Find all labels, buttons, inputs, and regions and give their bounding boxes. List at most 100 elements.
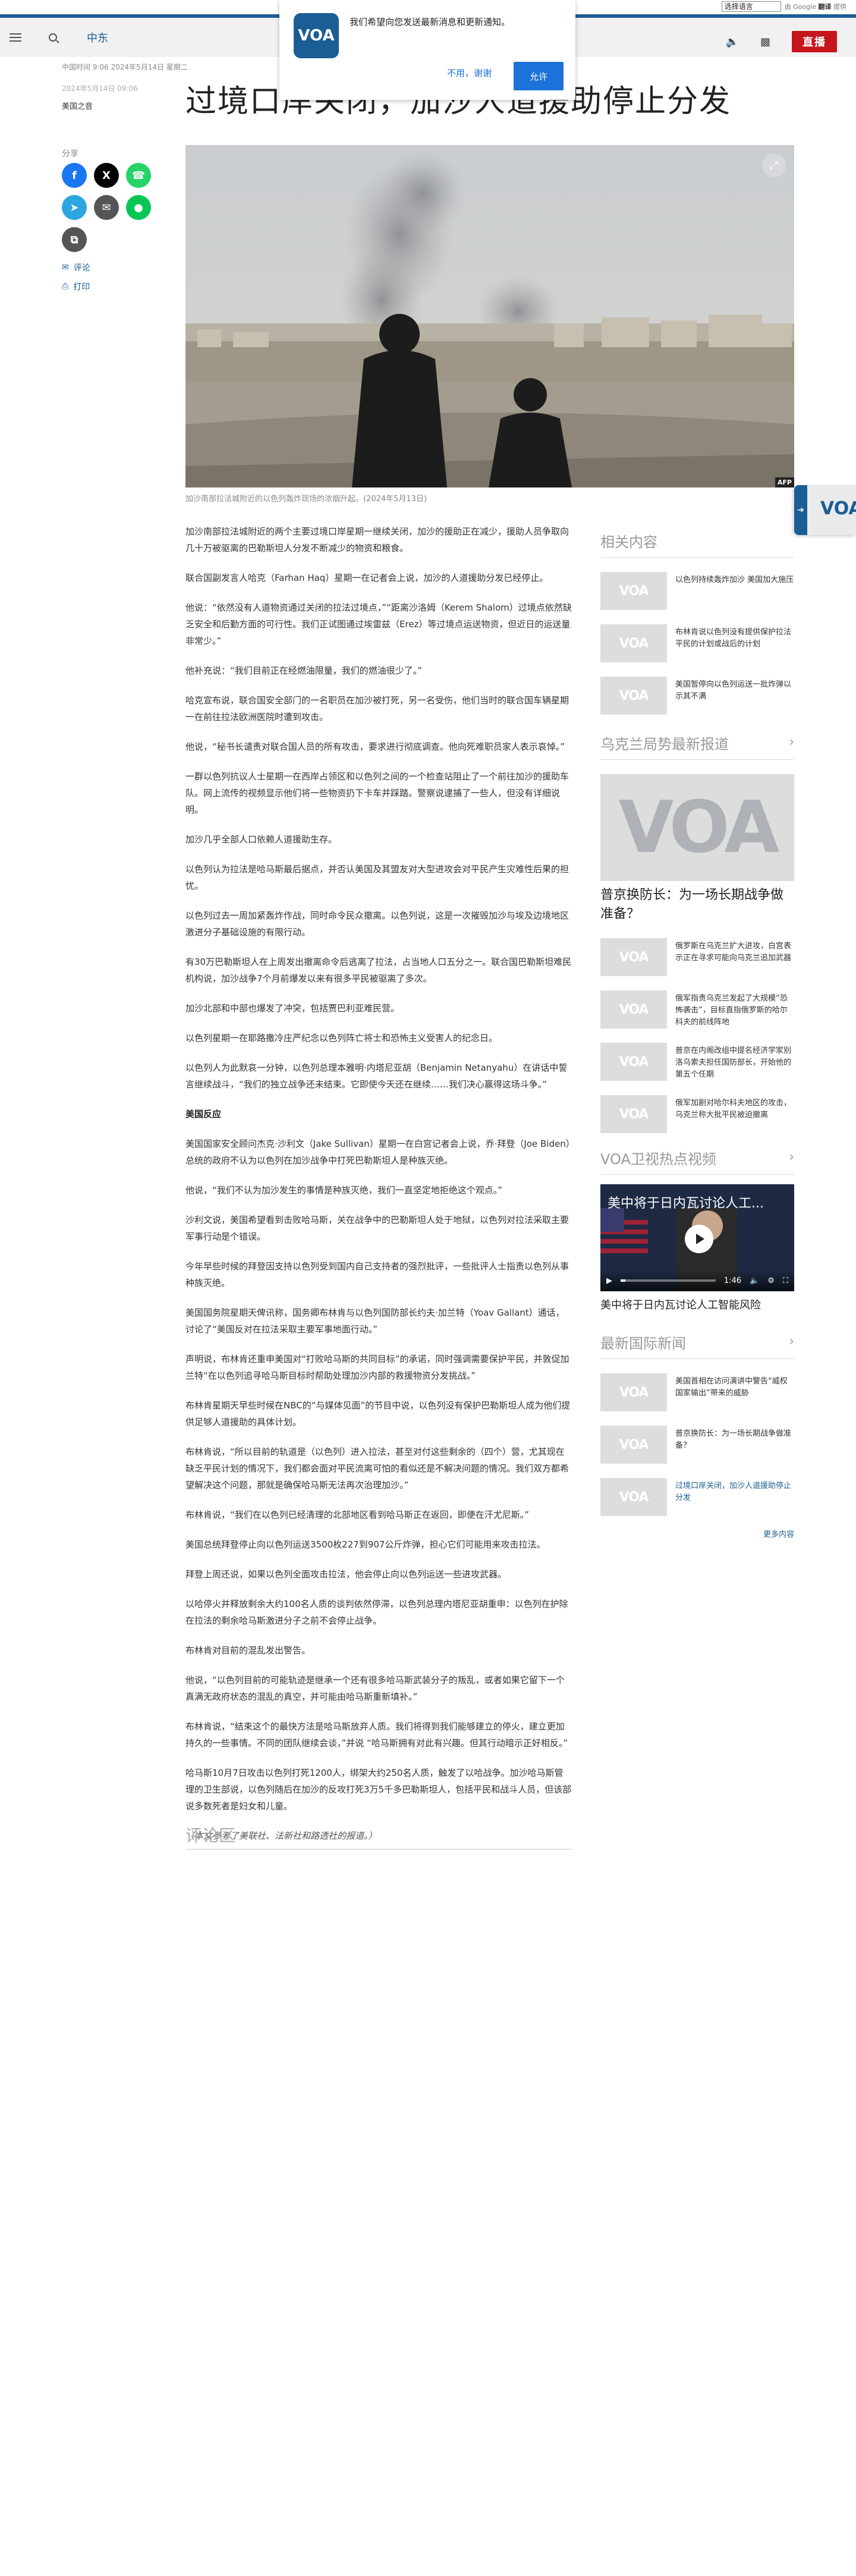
side-thumb: VOA	[600, 1373, 667, 1411]
video-player[interactable]: 美中将于日内瓦讨论人工... ▶ 1:46 🔈 ⚙ ⛶	[600, 1184, 794, 1291]
volume-icon[interactable]: 🔈	[750, 1276, 759, 1285]
article-paragraph: 他补充说：“我们目前正在经燃油限量，我们的燃油很少了。”	[185, 665, 423, 676]
side-thumb-logo: VOA	[619, 688, 649, 703]
chevron-right-icon: ›	[789, 1334, 794, 1349]
article-paragraph: 今年早些时候的拜登因支持以色列受到国内自己支持者的强烈批评，一些批评人士指责以色…	[185, 1261, 569, 1288]
article-paragraph: 布林肯对目前的混乱发出警告。	[185, 1645, 311, 1656]
nav-section-link[interactable]: 中东	[87, 30, 108, 45]
comment-link[interactable]: ✉ 评论	[62, 262, 90, 273]
notif-logo-text: VOA	[298, 27, 335, 45]
live-button[interactable]: 直播	[792, 31, 837, 52]
article-subhead: 美国反应	[185, 1109, 222, 1119]
article-paragraph: 以色列认为拉法是哈马斯最后据点，并否认美国及其盟友对大型进攻会对平民产生灾难性后…	[185, 864, 569, 891]
side-item-text: 普京在内阁改组中提名经济学家别洛乌索夫担任国防部长，开始他的第五个任期	[675, 1046, 792, 1079]
video-progress-bar[interactable]	[621, 1279, 716, 1282]
article-paragraph: 有30万巴勒斯坦人在上周发出撤离命令后逃离了拉法，占当地人口五分之一。联合国巴勒…	[185, 957, 572, 984]
article-paragraph: 沙利文说，美国希望看到击败哈马斯，关在战争中的巴勒斯坦人处于地狱，以色列对拉法采…	[185, 1215, 569, 1242]
article-paragraph: 哈马斯10月7日攻击以色列打死1200人，绑架大约250名人质，触发了以哈战争。…	[185, 1767, 572, 1811]
play-icon[interactable]	[685, 1225, 713, 1253]
nav-right: 🔈 ▩ 直播	[726, 31, 837, 52]
notification-cancel-button[interactable]: 不用，谢谢	[440, 62, 499, 84]
side-thumb: VOA	[600, 1095, 667, 1133]
side-thumb-logo: VOA	[619, 583, 649, 599]
article-paragraph: 布林肯说，“所以目前的轨道是（以色列）进入拉法，甚至对付这些剩余的（四个）营，尤…	[185, 1446, 569, 1490]
side-list-item[interactable]: VOA 俄军指责乌克兰发起了大规模“恐怖袭击”，目标直指俄罗斯的哈尔科夫的前线阵地	[600, 990, 794, 1028]
article-paragraph: 声明说，布林肯还重申美国对“打败哈马斯的共同目标”的承诺，同时强调需要保护平民，…	[185, 1354, 569, 1381]
ukraine-title-text: 乌克兰局势最新报道	[600, 736, 729, 753]
side-thumb-logo: VOA	[619, 1106, 649, 1122]
article-paragraph: 加沙南部拉法城附近的两个主要过境口岸星期一继续关闭，加沙的援助正在减少，援助人员…	[185, 526, 569, 553]
side-list-item[interactable]: VOA 过境口岸关闭，加沙人道援助停止分发	[600, 1478, 794, 1516]
article-paragraph: 一群以色列抗议人士星期一在西岸占领区和以色列之间的一个检查站阻止了一个前往加沙的…	[185, 771, 569, 815]
video-camera-icon[interactable]: ▩	[760, 36, 770, 48]
side-list-item[interactable]: VOA 普京换防长：为一场长期战争做准备？	[600, 1426, 794, 1464]
video-section-title[interactable]: VOA卫视热点视频 ›	[600, 1147, 794, 1175]
video-caption[interactable]: 美中将于日内瓦讨论人工智能风险	[600, 1296, 794, 1315]
print-icon: ⎙	[62, 282, 69, 291]
side-item-text: 美国首相在访问演讲中警告“威权国家输出”带来的威胁	[675, 1377, 788, 1398]
x-share-icon[interactable]: X	[94, 163, 119, 188]
comments-title: 评论区	[185, 1826, 236, 1845]
side-item-text: 美国暂停向以色列运送一批炸弹以示其不满	[675, 680, 792, 701]
notification-allow-button[interactable]: 允许	[514, 62, 564, 90]
telegram-share-icon[interactable]: ➤	[62, 195, 87, 220]
side-thumb-logo: VOA	[619, 636, 649, 651]
line-share-icon[interactable]: ●	[126, 195, 151, 220]
side-thumb-logo: VOA	[619, 1385, 649, 1400]
side-list-item[interactable]: VOA 以色列持续轰炸加沙 美国加大施压	[600, 572, 794, 610]
related-title: 相关内容	[600, 530, 794, 558]
floating-voa-tab[interactable]: ➔ VOA	[794, 485, 856, 535]
print-link[interactable]: ⎙ 打印	[62, 281, 90, 292]
author-link[interactable]: 美国之音	[62, 100, 93, 111]
search-icon[interactable]	[49, 33, 57, 42]
ukraine-feature-thumb[interactable]: VOA	[600, 774, 794, 881]
powered-prefix: 由 Google	[784, 3, 816, 11]
whatsapp-share-icon[interactable]: ☎	[126, 163, 151, 188]
ukraine-title[interactable]: 乌克兰局势最新报道 ›	[600, 732, 794, 760]
feature-thumb-logo: VOA	[618, 786, 779, 869]
google-translate-label[interactable]: 由 Google 翻译 提供	[785, 2, 846, 11]
article-paragraph: （本文参考了美联社、法新社和路透社的报道。）	[185, 1830, 377, 1841]
arrow-right-icon: ➔	[794, 485, 807, 535]
menu-icon[interactable]	[10, 33, 21, 42]
article-paragraph: 拜登上周还说，如果以色列全面攻击拉法，他会停止向以色列运送一些进攻武器。	[185, 1569, 507, 1580]
image-credit: AFP	[775, 477, 794, 487]
language-select[interactable]: 选择语言	[721, 1, 781, 12]
play-small-icon[interactable]: ▶	[606, 1276, 612, 1285]
share-label: 分享	[62, 149, 78, 159]
side-item-text: 以色列持续轰炸加沙 美国加大施压	[675, 575, 794, 584]
copy-link-icon[interactable]: ⧉	[62, 227, 87, 252]
expand-icon[interactable]: ⤢	[762, 153, 786, 177]
video-controls: ▶ 1:46 🔈 ⚙ ⛶	[600, 1270, 794, 1291]
side-list-item[interactable]: VOA 俄军加剧对哈尔科夫地区的攻击，乌克兰称大批平民被迫撤离	[600, 1095, 794, 1133]
more-link[interactable]: 更多内容	[600, 1528, 794, 1539]
comment-link-label: 评论	[73, 263, 90, 273]
email-share-icon[interactable]: ✉	[94, 195, 119, 220]
side-list-item[interactable]: VOA 布林肯说以色列没有提供保护拉法平民的计划或战后的计划	[600, 624, 794, 662]
world-list: VOA 美国首相在访问演讲中警告“威权国家输出”带来的威胁 VOA 普京换防长：为一场…	[600, 1373, 794, 1516]
side-item-text: 普京换防长：为一场长期战争做准备？	[675, 1429, 792, 1450]
facebook-share-icon[interactable]: f	[62, 163, 87, 188]
side-list-item[interactable]: VOA 美国暂停向以色列运送一批炸弹以示其不满	[600, 677, 794, 715]
related-section: 相关内容 VOA 以色列持续轰炸加沙 美国加大施压 VOA 布林肯说以色列没有提供保护…	[600, 530, 794, 715]
settings-icon[interactable]: ⚙	[767, 1276, 775, 1285]
fullscreen-icon[interactable]: ⛶	[783, 1276, 788, 1285]
article-paragraph: 以哈停火并释放剩余大约100名人质的谈判依然停滞，以色列总理内塔尼亚胡重申：以色…	[185, 1599, 568, 1626]
article-paragraph: 以色列过去一周加紧轰炸作战，同时命令民众撤离。以色列说，这是一次摧毁加沙与埃及边…	[185, 910, 569, 938]
related-list: VOA 以色列持续轰炸加沙 美国加大施压 VOA 布林肯说以色列没有提供保护拉法平民的…	[600, 572, 794, 715]
video-title-overlay: 美中将于日内瓦讨论人工...	[608, 1196, 764, 1211]
video-section-title-text: VOA卫视热点视频	[600, 1151, 716, 1168]
side-list-item[interactable]: VOA 美国首相在访问演讲中警告“威权国家输出”带来的威胁	[600, 1373, 794, 1411]
world-title[interactable]: 最新国际新闻 ›	[600, 1332, 794, 1359]
article-paragraph: 美国国务院星期天俾讯称，国务卿布林肯与以色列国防部长约夫·加兰特（Yoav Ga…	[185, 1307, 565, 1335]
side-list-item[interactable]: VOA 普京在内阁改组中提名经济学家别洛乌索夫担任国防部长，开始他的第五个任期	[600, 1043, 794, 1081]
article-paragraph: 联合国副发言人哈克（Farhan Haq）星期一在记者会上说，加沙的人道援助分发…	[185, 573, 549, 583]
print-link-label: 打印	[73, 282, 90, 292]
side-list-item[interactable]: VOA 俄罗斯在乌克兰扩大进攻，白宫表示正在寻求可能向乌克兰追加武器	[600, 938, 794, 976]
side-thumb: VOA	[600, 1043, 667, 1081]
video-time: 1:46	[723, 1276, 742, 1285]
side-thumb-logo: VOA	[619, 1437, 649, 1452]
article-paragraph: 他说，“秘书长谴责对联合国人员的所有攻击，要求进行彻底调查。他向死难职员家人表示…	[185, 741, 565, 752]
audio-icon[interactable]: 🔈	[726, 36, 739, 48]
ukraine-feature-title[interactable]: 普京换防长：为一场长期战争做准备？	[600, 886, 794, 924]
